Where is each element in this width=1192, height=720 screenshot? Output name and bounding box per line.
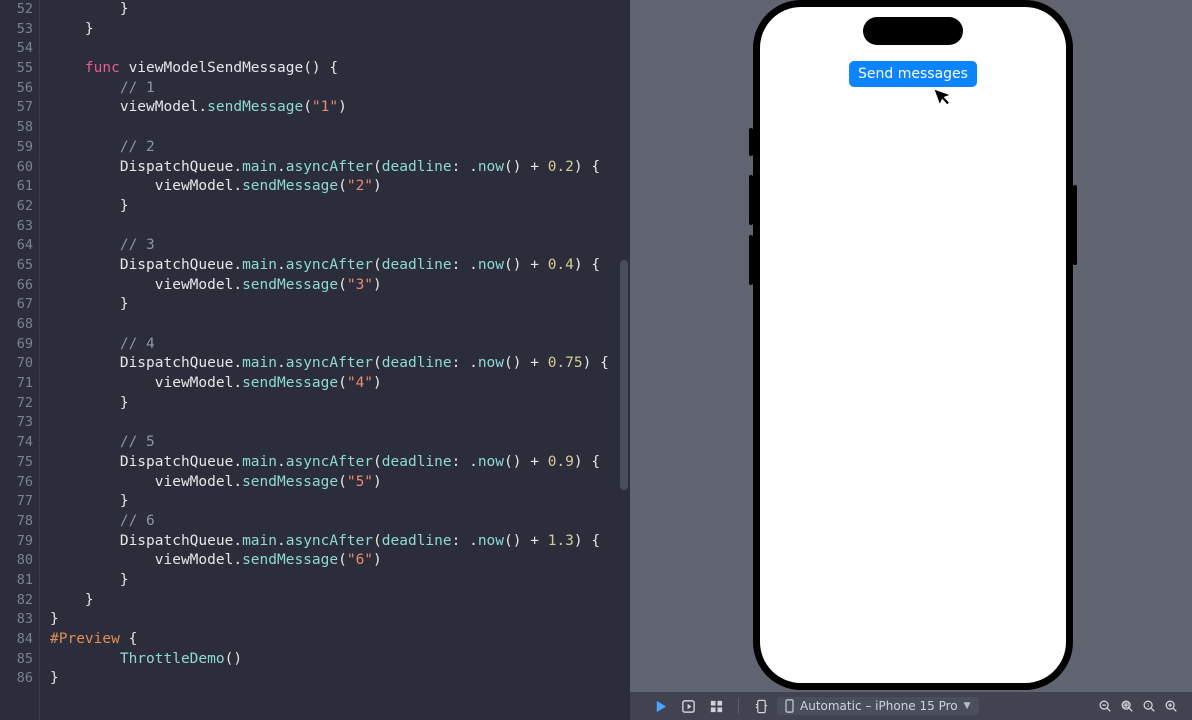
zoom-actual-button[interactable]: 1 [1138,697,1160,715]
live-preview-button[interactable] [648,696,672,716]
zoom-in-button[interactable] [1160,697,1182,715]
device-picker[interactable]: Automatic – iPhone 15 Pro ▼ [777,697,979,715]
cursor-icon [935,86,954,111]
code-editor-pane: 5253545556575859606162636465666768697071… [0,0,630,720]
device-side-button [749,235,753,285]
toolbar-divider [738,698,739,714]
variants-button[interactable] [704,696,728,716]
code-text[interactable]: } } func viewModelSendMessage() { // 1 v… [40,0,630,720]
device-side-button [749,128,753,156]
editor-scrollbar[interactable] [620,260,628,490]
svg-text:1: 1 [1147,703,1150,709]
canvas-pane: Send messages [630,0,1192,720]
selectable-preview-button[interactable] [676,696,700,716]
dynamic-island [863,17,963,45]
chevron-down-icon: ▼ [964,701,971,711]
device-screen[interactable]: Send messages [760,7,1066,683]
device-frame: Send messages [753,0,1073,690]
line-number-gutter: 5253545556575859606162636465666768697071… [0,0,40,720]
device-settings-button[interactable] [749,696,773,716]
zoom-out-button[interactable] [1094,697,1116,715]
device-side-button [749,175,753,225]
canvas-toolbar: Automatic – iPhone 15 Pro ▼ [630,692,1192,720]
device-picker-label: Automatic – iPhone 15 Pro [800,699,958,713]
code-area: 5253545556575859606162636465666768697071… [0,0,630,720]
zoom-fit-button[interactable] [1116,697,1138,715]
device-side-button [1073,185,1077,265]
zoom-controls: 1 [1094,697,1182,715]
send-messages-button[interactable]: Send messages [849,61,977,87]
